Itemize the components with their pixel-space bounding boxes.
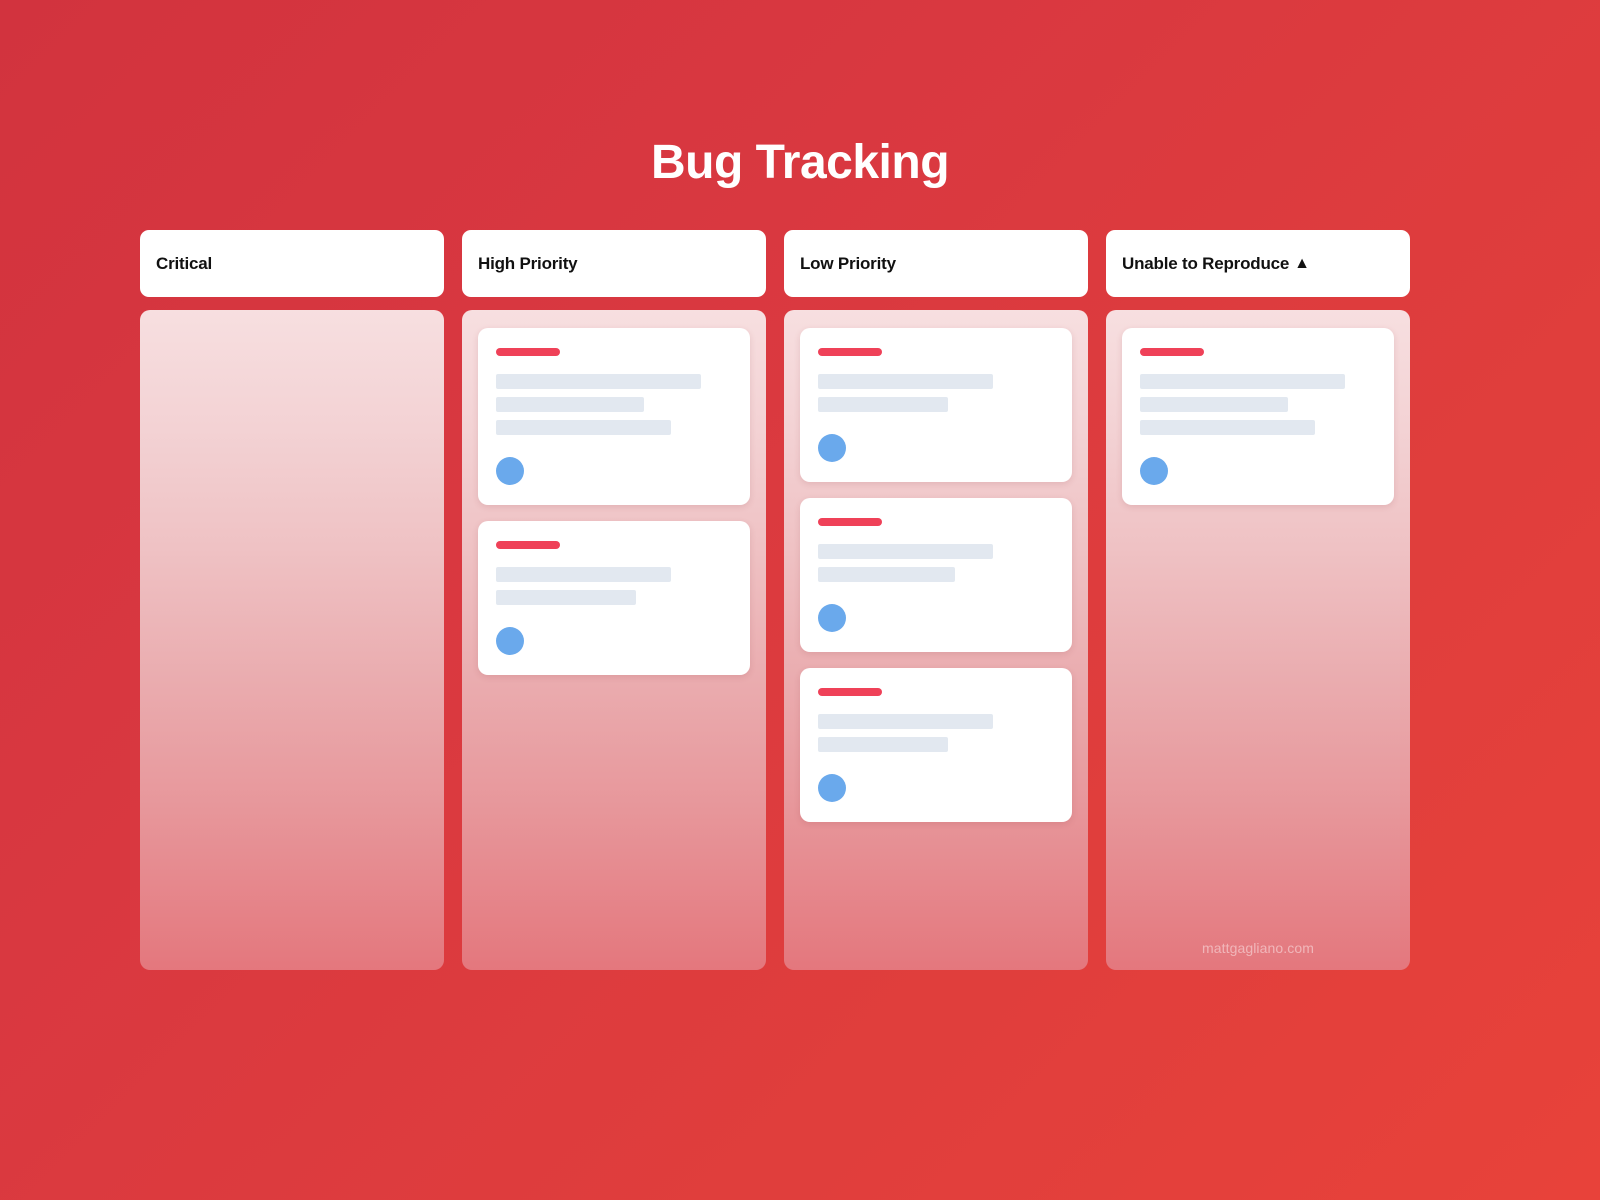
- column-card-list[interactable]: mattgagliano.com: [1106, 310, 1410, 970]
- bug-card[interactable]: [478, 328, 750, 505]
- card-text-placeholder-line: [496, 567, 671, 582]
- card-text-placeholder-line: [818, 714, 993, 729]
- column-header[interactable]: High Priority: [462, 230, 766, 297]
- card-text-placeholder-line: [818, 544, 993, 559]
- avatar[interactable]: [818, 434, 846, 462]
- page-title: Bug Tracking: [650, 136, 950, 189]
- watermark: mattgagliano.com: [1201, 940, 1315, 956]
- bug-card[interactable]: [1122, 328, 1394, 505]
- card-text-placeholder-line: [818, 737, 948, 752]
- card-text-placeholder-group: [818, 544, 1054, 582]
- bug-card[interactable]: [800, 328, 1072, 482]
- board-column: High Priority: [462, 230, 766, 970]
- card-text-placeholder-line: [818, 567, 955, 582]
- column-card-list[interactable]: [140, 310, 444, 970]
- card-priority-tag: [818, 348, 882, 356]
- column-header-title: Critical: [156, 253, 213, 273]
- card-text-placeholder-line: [818, 397, 948, 412]
- bug-card[interactable]: [800, 498, 1072, 652]
- column-card-list[interactable]: [784, 310, 1088, 970]
- card-text-placeholder-group: [496, 374, 732, 435]
- kanban-board: Critical High Priority Low Priority Unable …: [140, 230, 1410, 970]
- avatar[interactable]: [496, 627, 524, 655]
- card-priority-tag: [818, 688, 882, 696]
- avatar[interactable]: [1140, 457, 1168, 485]
- avatar[interactable]: [818, 774, 846, 802]
- card-text-placeholder-group: [1140, 374, 1376, 435]
- warning-triangle-icon: ▲: [1294, 254, 1311, 272]
- card-text-placeholder-line: [1140, 397, 1288, 412]
- card-text-placeholder-line: [1140, 420, 1315, 435]
- avatar[interactable]: [496, 457, 524, 485]
- column-header[interactable]: Critical: [140, 230, 444, 297]
- card-text-placeholder-group: [496, 567, 732, 605]
- bug-card[interactable]: [800, 668, 1072, 822]
- card-text-placeholder-line: [496, 397, 644, 412]
- card-priority-tag: [496, 348, 560, 356]
- column-header-title: Low Priority: [800, 253, 896, 273]
- card-text-placeholder-line: [818, 374, 993, 389]
- card-priority-tag: [496, 541, 560, 549]
- bug-card[interactable]: [478, 521, 750, 675]
- card-priority-tag: [1140, 348, 1204, 356]
- column-header-title: Unable to Reproduce: [1122, 253, 1290, 273]
- board-column: Low Priority: [784, 230, 1088, 970]
- column-header-title: High Priority: [478, 253, 578, 273]
- column-header[interactable]: Unable to Reproduce ▲: [1106, 230, 1410, 297]
- column-header[interactable]: Low Priority: [784, 230, 1088, 297]
- card-text-placeholder-line: [496, 420, 671, 435]
- column-card-list[interactable]: [462, 310, 766, 970]
- card-text-placeholder-line: [496, 374, 701, 389]
- card-text-placeholder-group: [818, 374, 1054, 412]
- avatar[interactable]: [818, 604, 846, 632]
- board-column: Unable to Reproduce ▲ mattgagliano.com: [1106, 230, 1410, 970]
- card-text-placeholder-line: [496, 590, 636, 605]
- card-priority-tag: [818, 518, 882, 526]
- board-column: Critical: [140, 230, 444, 970]
- card-text-placeholder-line: [1140, 374, 1345, 389]
- card-text-placeholder-group: [818, 714, 1054, 752]
